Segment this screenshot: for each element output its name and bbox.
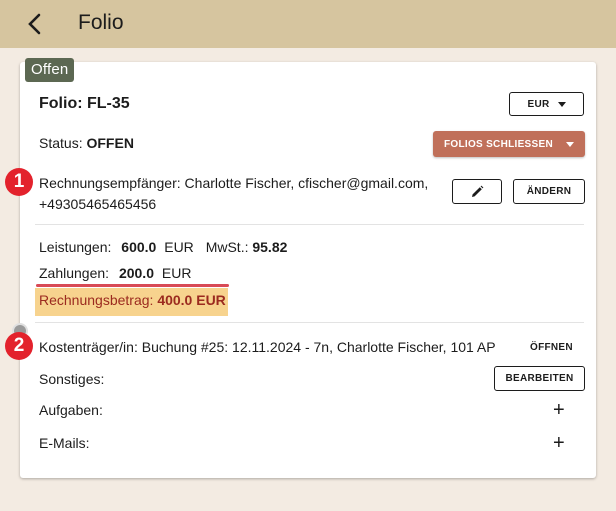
add-email-button[interactable]: + bbox=[553, 433, 565, 453]
close-folios-label: FOLIOS SCHLIESSEN bbox=[443, 138, 553, 150]
recipient-label: Rechnungsempfänger: bbox=[39, 175, 181, 191]
pencil-icon bbox=[472, 185, 484, 197]
change-recipient-button[interactable]: ÄNDERN bbox=[513, 179, 585, 204]
currency-select-value: EUR bbox=[527, 98, 550, 110]
divider bbox=[35, 322, 584, 323]
payer-row: Kostenträger/in: Buchung #25: 12.11.2024… bbox=[39, 339, 496, 355]
payments-row: Zahlungen: 200.0 EUR bbox=[39, 265, 191, 281]
invoice-label: Rechnungsbetrag: bbox=[39, 292, 154, 308]
close-folios-button[interactable]: FOLIOS SCHLIESSEN bbox=[433, 131, 585, 157]
add-task-button[interactable]: + bbox=[553, 400, 565, 420]
services-row: Leistungen: 600.0 EUR MwSt.: 95.82 bbox=[39, 239, 287, 255]
payer-label: Kostenträger/in: bbox=[39, 339, 138, 355]
other-label: Sonstiges: bbox=[39, 371, 105, 387]
edit-other-button[interactable]: BEARBEITEN bbox=[494, 366, 585, 391]
emails-label: E-Mails: bbox=[39, 435, 90, 451]
status-value: OFFEN bbox=[86, 135, 134, 151]
page-title: Folio bbox=[78, 11, 124, 34]
invoice-value: 400.0 EUR bbox=[157, 292, 226, 308]
status-label: Status: bbox=[39, 135, 83, 151]
tax-label: MwSt.: bbox=[205, 239, 249, 255]
back-button[interactable] bbox=[18, 8, 50, 40]
recipient-value-line1: Charlotte Fischer, cfischer@gmail.com, bbox=[184, 175, 429, 191]
status-row: Status: OFFEN bbox=[39, 135, 134, 151]
recipient-block: Rechnungsempfänger: Charlotte Fischer, c… bbox=[39, 173, 428, 215]
payer-value: Buchung #25: 12.11.2024 - 7n, Charlotte … bbox=[141, 339, 496, 355]
divider bbox=[35, 224, 584, 225]
recipient-value-line2: +49305465465456 bbox=[39, 196, 157, 212]
callout-badge-1: 1 bbox=[5, 168, 33, 196]
open-payer-button[interactable]: ÖFFNEN bbox=[530, 342, 573, 353]
payments-value: 200.0 bbox=[118, 265, 154, 281]
status-badge: Offen bbox=[25, 58, 75, 82]
services-value: 600.0 bbox=[121, 239, 157, 255]
services-label: Leistungen: bbox=[39, 239, 112, 255]
payments-underline bbox=[36, 284, 229, 287]
app-bar: Folio bbox=[0, 0, 616, 48]
caret-down-icon bbox=[557, 101, 566, 107]
callout-badge-2: 2 bbox=[5, 332, 33, 360]
payments-label: Zahlungen: bbox=[39, 265, 110, 281]
services-currency: EUR bbox=[164, 239, 194, 255]
folio-title: Folio: FL-35 bbox=[39, 95, 130, 112]
back-arrow-icon bbox=[28, 13, 41, 35]
caret-down-icon bbox=[566, 141, 574, 147]
payments-currency: EUR bbox=[161, 265, 192, 281]
edit-recipient-button[interactable] bbox=[452, 179, 502, 204]
currency-select[interactable]: EUR bbox=[509, 92, 584, 116]
tasks-label: Aufgaben: bbox=[39, 402, 103, 418]
tax-value: 95.82 bbox=[252, 239, 288, 255]
invoice-row: Rechnungsbetrag: 400.0 EUR bbox=[39, 292, 226, 308]
